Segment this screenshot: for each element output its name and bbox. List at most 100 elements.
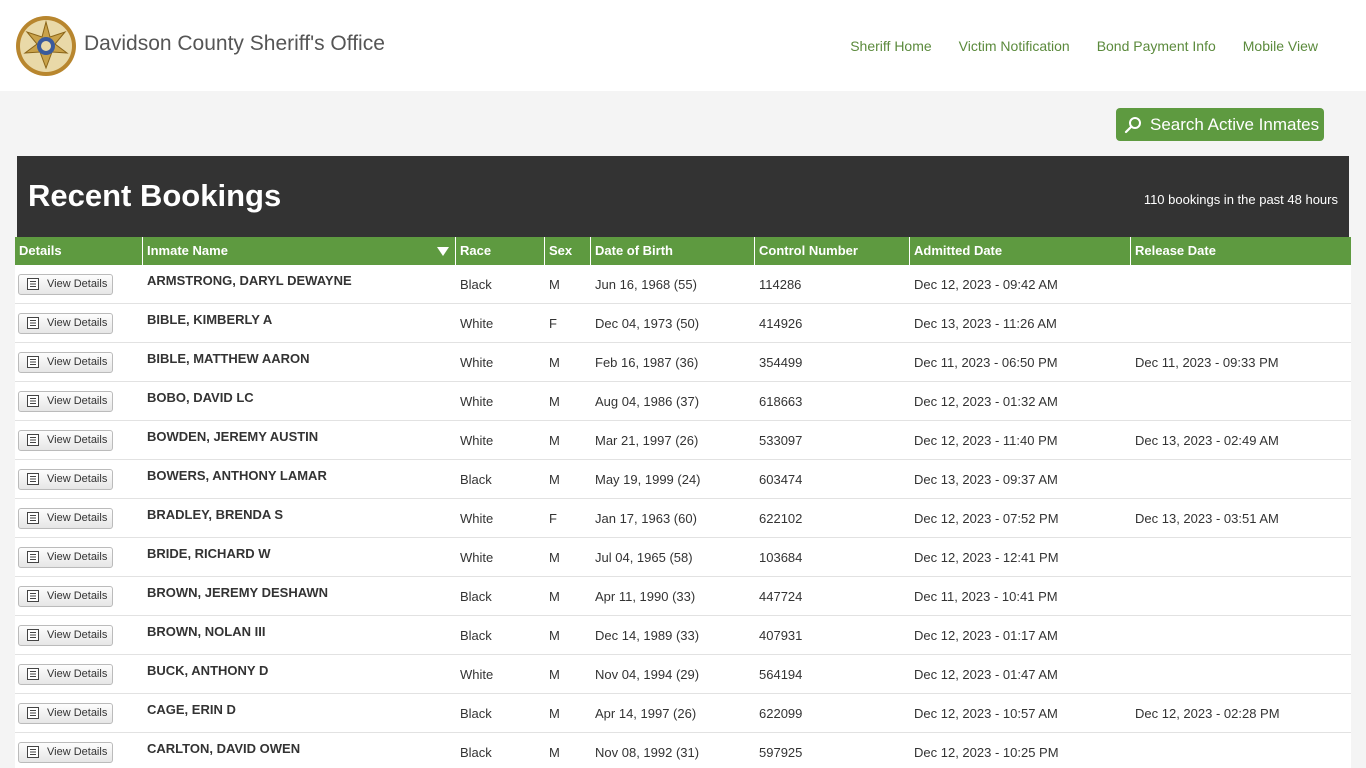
date-of-birth-cell: Apr 14, 1997 (26) [595,705,697,721]
view-details-label: View Details [47,668,108,680]
view-details-button[interactable]: View Details [18,702,113,724]
sort-desc-icon [437,247,449,256]
col-control-number[interactable]: Control Number [755,237,910,265]
table-row: View Details BUCK, ANTHONY D White M Nov 04,… [15,655,1351,694]
col-admitted-date[interactable]: Admitted Date [910,237,1131,265]
main-nav: Sheriff Home Victim Notification Bond Pa… [850,38,1318,54]
sex-cell: F [549,510,557,526]
admitted-date-cell: Dec 12, 2023 - 10:57 AM [914,705,1058,721]
list-icon [27,356,39,368]
nav-victim-notification[interactable]: Victim Notification [959,38,1070,54]
view-details-button[interactable]: View Details [18,507,113,529]
view-details-label: View Details [47,590,108,602]
release-date-cell [1131,304,1351,342]
release-date-cell: Dec 13, 2023 - 02:49 AM [1135,432,1279,448]
date-of-birth-cell: Dec 04, 1973 (50) [595,315,700,331]
release-date-cell [1131,616,1351,654]
list-icon [27,707,39,719]
race-cell: White [460,666,494,682]
table-row: View Details BRIDE, RICHARD W White M Jul 04… [15,538,1351,577]
inmate-name-cell: BUCK, ANTHONY D [147,663,269,678]
view-details-button[interactable]: View Details [18,390,113,412]
nav-bond-payment-info[interactable]: Bond Payment Info [1097,38,1216,54]
col-race[interactable]: Race [456,237,545,265]
view-details-button[interactable]: View Details [18,429,113,451]
view-details-label: View Details [47,551,108,563]
view-details-button[interactable]: View Details [18,351,113,373]
col-sex[interactable]: Sex [545,237,591,265]
inmate-name-cell: CAGE, ERIN D [147,702,236,717]
site-title[interactable]: Davidson County Sheriff's Office [84,32,385,56]
sheriff-badge-logo[interactable] [15,15,77,77]
col-inmate-name[interactable]: Inmate Name [143,237,456,265]
table-body: View Details ARMSTRONG, DARYL DEWAYNE Blac… [15,265,1351,768]
view-details-button[interactable]: View Details [18,546,113,568]
control-number-cell: 354499 [759,354,803,370]
control-number-cell: 597925 [759,744,803,760]
view-details-label: View Details [47,629,108,641]
sex-cell: F [549,315,557,331]
sex-cell: M [549,393,560,409]
admitted-date-cell: Dec 12, 2023 - 09:42 AM [914,276,1058,292]
col-details[interactable]: Details [15,237,143,265]
table-row: View Details BROWN, JEREMY DESHAWN Black M A… [15,577,1351,616]
admitted-date-cell: Dec 12, 2023 - 01:47 AM [914,666,1058,682]
date-of-birth-cell: Aug 04, 1986 (37) [595,393,700,409]
race-cell: White [460,315,494,331]
details-cell: View Details [15,421,143,459]
date-of-birth-cell: Jan 17, 1963 (60) [595,510,697,526]
list-icon [27,473,39,485]
view-details-button[interactable]: View Details [18,741,113,763]
view-details-button[interactable]: View Details [18,624,113,646]
view-details-button[interactable]: View Details [18,585,113,607]
inmate-name-cell: BIBLE, MATTHEW AARON [147,351,310,366]
date-of-birth-cell: Apr 11, 1990 (33) [595,588,696,604]
col-inmate-name-label: Inmate Name [147,243,228,258]
col-date-of-birth[interactable]: Date of Birth [591,237,755,265]
control-number-cell: 447724 [759,588,803,604]
table-row: View Details BOBO, DAVID LC White M Aug 04, … [15,382,1351,421]
details-cell: View Details [15,460,143,498]
view-details-button[interactable]: View Details [18,663,113,685]
site-header: Davidson County Sheriff's Office Sheriff… [0,0,1366,91]
inmate-name-cell: BROWN, NOLAN III [147,624,266,639]
nav-mobile-view[interactable]: Mobile View [1243,38,1318,54]
sex-cell: M [549,588,560,604]
list-icon [27,668,39,680]
view-details-button[interactable]: View Details [18,468,113,490]
admitted-date-cell: Dec 13, 2023 - 11:26 AM [914,315,1057,331]
release-date-cell: Dec 11, 2023 - 09:33 PM [1135,354,1279,370]
control-number-cell: 533097 [759,432,803,448]
details-cell: View Details [15,382,143,420]
view-details-button[interactable]: View Details [18,273,113,295]
race-cell: Black [460,705,492,721]
sex-cell: M [549,666,560,682]
race-cell: Black [460,276,492,292]
details-cell: View Details [15,694,143,732]
race-cell: Black [460,471,492,487]
race-cell: White [460,549,494,565]
race-cell: White [460,393,494,409]
nav-sheriff-home[interactable]: Sheriff Home [850,38,931,54]
search-active-inmates-button[interactable]: Search Active Inmates [1116,108,1324,141]
view-details-button[interactable]: View Details [18,312,113,334]
list-icon [27,629,39,641]
control-number-cell: 407931 [759,627,803,643]
details-cell: View Details [15,343,143,381]
list-icon [27,590,39,602]
search-icon [1124,116,1141,133]
col-release-date[interactable]: Release Date [1131,237,1351,265]
table-row: View Details BOWDEN, JEREMY AUSTIN White M M… [15,421,1351,460]
details-cell: View Details [15,499,143,537]
details-cell: View Details [15,538,143,576]
list-icon [27,317,39,329]
view-details-label: View Details [47,356,108,368]
list-icon [27,746,39,758]
admitted-date-cell: Dec 13, 2023 - 09:37 AM [914,471,1058,487]
control-number-cell: 103684 [759,549,803,565]
inmate-name-cell: BROWN, JEREMY DESHAWN [147,585,329,600]
control-number-cell: 603474 [759,471,803,487]
table-row: View Details BIBLE, MATTHEW AARON White M Fe… [15,343,1351,382]
release-date-cell [1131,733,1351,768]
table-row: View Details BROWN, NOLAN III Black M Dec 14… [15,616,1351,655]
